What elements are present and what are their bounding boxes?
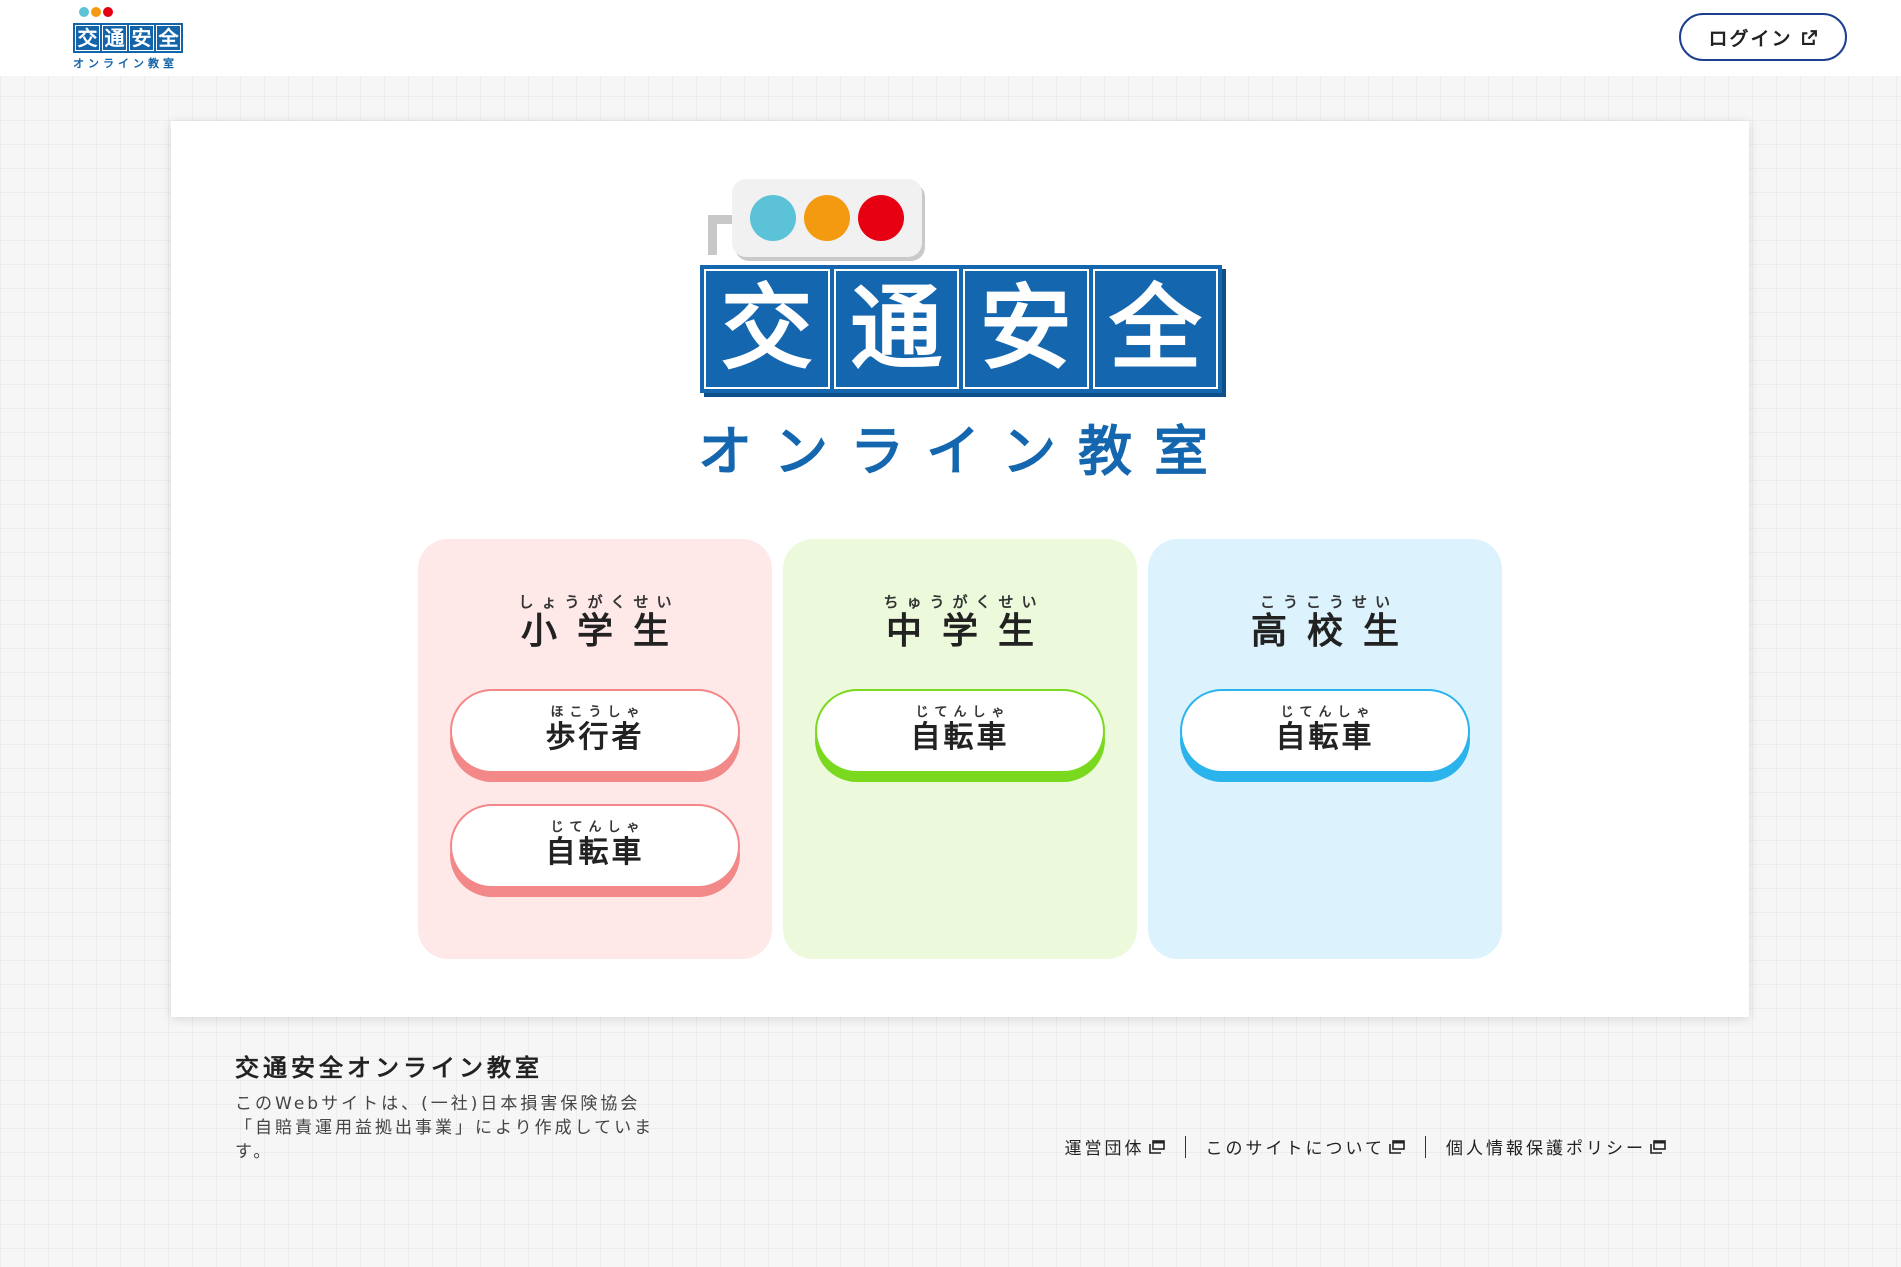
elementary-pedestrian-button[interactable]: ほこうしゃ 歩行者	[450, 689, 740, 773]
grade-label: 高校生	[1250, 611, 1419, 652]
traffic-light-icon	[79, 7, 113, 17]
panel-elementary: しょうがくせい 小学生 ほこうしゃ 歩行者 じてんしゃ 自転車	[418, 539, 772, 959]
logo-char: 通	[102, 25, 127, 51]
footer-link-privacy[interactable]: 個人情報保護ポリシー	[1426, 1134, 1666, 1159]
traffic-light-icon	[732, 179, 922, 257]
hero-title-char: 通	[833, 269, 959, 389]
hero-title-char: 交	[704, 269, 830, 389]
grade-heading: ちゅうがくせい 中学生	[783, 591, 1137, 652]
logo-char: 交	[75, 25, 100, 51]
grade-label: 小学生	[520, 611, 689, 652]
grade-label: 中学生	[885, 611, 1054, 652]
footer-link-label: このサイトについて	[1205, 1139, 1385, 1159]
footer-links: 運営団体 このサイトについて 個人情報保護ポリシー	[1045, 1134, 1667, 1159]
footer-description: このWebサイトは、(一社)日本損害保険協会「自賠責運用益拠出事業」により作成し…	[235, 1094, 655, 1162]
logo-subtitle: オンライン教室	[73, 57, 178, 70]
footer-link-about[interactable]: このサイトについて	[1186, 1134, 1426, 1159]
footer-link-label: 運営団体	[1064, 1139, 1145, 1159]
grade-ruby: こうこうせい	[1259, 593, 1398, 611]
site-logo[interactable]: 交 通 安 全 オンライン教室	[73, 7, 185, 70]
external-window-icon	[1389, 1139, 1405, 1154]
login-label: ログイン	[1708, 27, 1793, 50]
hero-logo: 交 通 安 全 オンライン教室	[698, 177, 1228, 483]
elementary-bicycle-button[interactable]: じてんしゃ 自転車	[450, 804, 740, 888]
button-ruby: じてんしゃ	[550, 820, 646, 835]
logo-char: 安	[129, 25, 154, 51]
logo-char: 全	[156, 25, 181, 51]
external-window-icon	[1650, 1139, 1666, 1154]
login-button[interactable]: ログイン	[1679, 13, 1847, 61]
panel-junior-high: ちゅうがくせい 中学生 じてんしゃ 自転車	[783, 539, 1137, 959]
header: 交 通 安 全 オンライン教室 ログイン	[0, 0, 1901, 76]
button-label: 歩行者	[545, 720, 645, 755]
button-label: 自転車	[545, 835, 645, 870]
footer-link-organizer[interactable]: 運営団体	[1045, 1134, 1185, 1159]
grade-ruby: しょうがくせい	[518, 593, 680, 611]
grade-heading: こうこうせい 高校生	[1148, 591, 1502, 652]
button-ruby: じてんしゃ	[1280, 705, 1376, 720]
external-window-icon	[1148, 1139, 1165, 1154]
button-label: 自転車	[910, 720, 1010, 755]
grade-ruby: ちゅうがくせい	[883, 593, 1045, 611]
footer-link-label: 個人情報保護ポリシー	[1446, 1139, 1646, 1159]
grade-heading: しょうがくせい 小学生	[418, 591, 772, 652]
hero-title-char: 安	[963, 269, 1089, 389]
high-school-bicycle-button[interactable]: じてんしゃ 自転車	[1180, 689, 1470, 773]
logo-title: 交 通 安 全	[73, 23, 183, 53]
footer-title: 交通安全オンライン教室	[235, 1054, 543, 1082]
hero-title: 交 通 安 全	[700, 265, 1222, 393]
hero-title-char: 全	[1092, 269, 1218, 389]
external-link-icon	[1801, 29, 1817, 45]
junior-high-bicycle-button[interactable]: じてんしゃ 自転車	[815, 689, 1105, 773]
button-label: 自転車	[1275, 720, 1375, 755]
button-ruby: ほこうしゃ	[550, 705, 646, 720]
button-ruby: じてんしゃ	[915, 705, 1011, 720]
panel-high-school: こうこうせい 高校生 じてんしゃ 自転車	[1148, 539, 1502, 959]
hero-subtitle: オンライン教室	[698, 420, 1230, 483]
